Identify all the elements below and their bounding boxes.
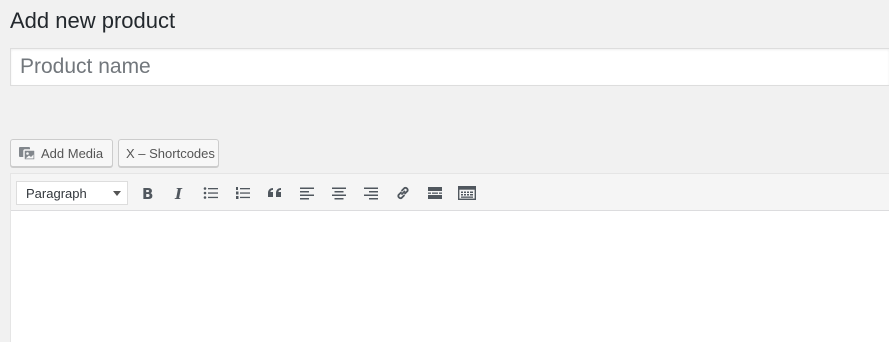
page-title: Add new product xyxy=(10,8,176,33)
bold-icon: B xyxy=(142,185,153,201)
align-left-button[interactable] xyxy=(296,182,318,204)
italic-icon: I xyxy=(174,185,183,201)
chevron-down-icon xyxy=(113,191,121,196)
insert-link-button[interactable] xyxy=(392,182,414,204)
numbered-list-button[interactable] xyxy=(232,182,254,204)
toolbar-toggle-button[interactable] xyxy=(456,182,478,204)
add-product-page: Add new product Add Media X – Shortcodes… xyxy=(0,0,889,342)
read-more-button[interactable] xyxy=(424,182,446,204)
align-left-icon xyxy=(300,187,314,200)
toolbar-toggle-icon xyxy=(458,186,476,200)
bulleted-list-button[interactable] xyxy=(200,182,222,204)
blockquote-icon xyxy=(268,188,281,197)
editor-toolbar: Paragraph B I xyxy=(11,174,889,211)
product-name-input[interactable] xyxy=(10,48,889,86)
svg-text:B: B xyxy=(142,185,153,201)
insert-link-icon xyxy=(397,186,409,200)
read-more-icon xyxy=(428,187,442,199)
numbered-list-icon xyxy=(236,187,250,199)
align-center-icon xyxy=(332,187,346,200)
align-center-button[interactable] xyxy=(328,182,350,204)
bold-button[interactable]: B xyxy=(136,182,158,204)
align-right-button[interactable] xyxy=(360,182,382,204)
bulleted-list-icon xyxy=(203,187,218,199)
format-select-value: Paragraph xyxy=(26,185,87,201)
editor-content-area[interactable] xyxy=(11,211,889,342)
content-editor: Paragraph B I xyxy=(10,173,889,342)
svg-text:I: I xyxy=(174,185,183,201)
add-media-button[interactable]: Add Media xyxy=(10,139,113,167)
blockquote-button[interactable] xyxy=(264,182,286,204)
shortcodes-button[interactable]: X – Shortcodes xyxy=(118,139,219,167)
italic-button[interactable]: I xyxy=(168,182,190,204)
add-media-label: Add Media xyxy=(41,145,104,161)
add-media-icon xyxy=(18,145,36,161)
shortcodes-label: X – Shortcodes xyxy=(126,145,215,161)
align-right-icon xyxy=(364,187,378,200)
paragraph-format-select[interactable]: Paragraph xyxy=(16,181,128,205)
